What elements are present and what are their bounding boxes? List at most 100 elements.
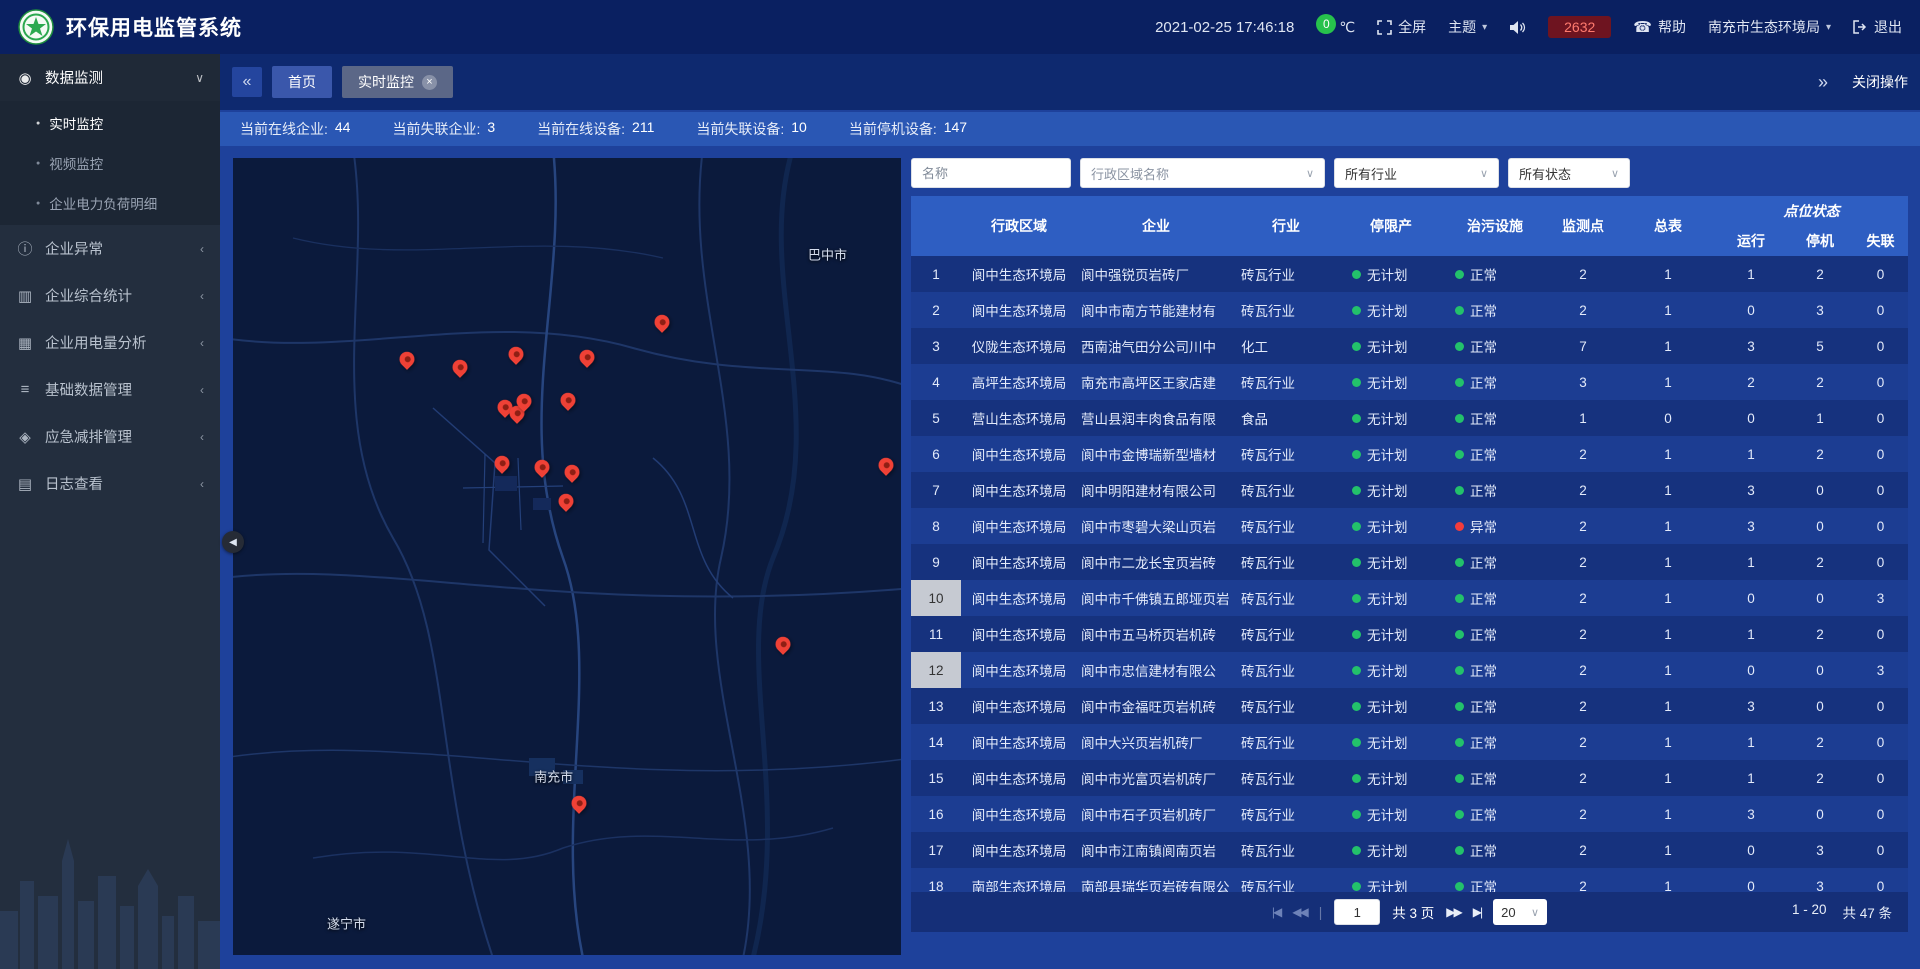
map-pin[interactable] — [576, 346, 597, 367]
cell-company: 西南油气田分公司川中 — [1077, 328, 1235, 364]
table-row[interactable]: 14 阆中生态环境局 阆中大兴页岩机砖厂 砖瓦行业 无计划 — [911, 724, 1908, 760]
map-pin[interactable] — [568, 793, 589, 814]
table-row[interactable]: 3 仪陇生态环境局 西南油气田分公司川中 化工 无计划 — [911, 328, 1908, 364]
tab-realtime-monitor[interactable]: 实时监控 × — [342, 66, 453, 98]
industry-select[interactable]: 所有行业 ∨ — [1334, 158, 1499, 188]
table-row[interactable]: 5 营山生态环境局 营山县润丰肉食品有限 食品 无计划 — [911, 400, 1908, 436]
theme-menu[interactable]: 主题 ▾ — [1448, 17, 1487, 37]
alarm-speaker-button[interactable] — [1509, 20, 1526, 35]
cell-limit-status: 无计划 — [1337, 472, 1445, 508]
table-row[interactable]: 13 阆中生态环境局 阆中市金福旺页岩机砖 砖瓦行业 无计划 — [911, 688, 1908, 724]
table-row[interactable]: 6 阆中生态环境局 阆中市金博瑞新型墙材 砖瓦行业 无计划 — [911, 436, 1908, 472]
status-dot — [1352, 378, 1361, 387]
cell-region: 阆中生态环境局 — [961, 760, 1077, 796]
map-pin[interactable] — [396, 349, 417, 370]
sidebar-group-company-abnormal[interactable]: ⓘ 企业异常 ‹ — [0, 225, 220, 272]
cell-meters: 1 — [1621, 508, 1715, 544]
cell-run: 0 — [1715, 868, 1787, 892]
sidebar-item-realtime-monitor[interactable]: ● 实时监控 — [0, 103, 220, 143]
table-row[interactable]: 2 阆中生态环境局 阆中市南方节能建材有 砖瓦行业 无计划 — [911, 292, 1908, 328]
cell-industry: 砖瓦行业 — [1235, 256, 1337, 292]
cell-industry: 砖瓦行业 — [1235, 580, 1337, 616]
page-number-input[interactable] — [1334, 899, 1380, 925]
cell-company: 阆中市金博瑞新型墙材 — [1077, 436, 1235, 472]
table-row[interactable]: 10 阆中生态环境局 阆中市千佛镇五郎垭页岩 砖瓦行业 无计划 — [911, 580, 1908, 616]
table-row[interactable]: 4 高坪生态环境局 南充市高坪区王家店建 砖瓦行业 无计划 — [911, 364, 1908, 400]
status-dot — [1352, 342, 1361, 351]
sidebar-group-log-view[interactable]: ▤ 日志查看 ‹ — [0, 460, 220, 507]
status-select[interactable]: 所有状态 ∨ — [1508, 158, 1630, 188]
sidebar-group-data-monitoring[interactable]: ◉ 数据监测 ∨ — [0, 54, 220, 101]
next-page-button[interactable]: ▶▶ — [1446, 905, 1460, 919]
sidebar-group-emergency-reduction[interactable]: ◈ 应急减排管理 ‹ — [0, 413, 220, 460]
sidebar-group-base-data[interactable]: ≡ 基础数据管理 ‹ — [0, 366, 220, 413]
table-row[interactable]: 12 阆中生态环境局 阆中市忠信建材有限公 砖瓦行业 无计划 — [911, 652, 1908, 688]
cell-company: 阆中强锐页岩砖厂 — [1077, 256, 1235, 292]
status-dot — [1352, 810, 1361, 819]
tab-label: 首页 — [288, 72, 316, 92]
facility-status-label: 正常 — [1470, 876, 1497, 892]
cell-meters: 1 — [1621, 760, 1715, 796]
map-pin[interactable] — [450, 357, 471, 378]
cell-lost: 0 — [1853, 688, 1908, 724]
sidebar-item-power-load-detail[interactable]: ● 企业电力负荷明细 — [0, 183, 220, 223]
cell-meters: 1 — [1621, 472, 1715, 508]
cell-facility-status: 正常 — [1445, 868, 1545, 892]
cell-meters: 1 — [1621, 724, 1715, 760]
limit-status-label: 无计划 — [1367, 732, 1408, 752]
close-operations-menu[interactable]: 关闭操作 — [1852, 72, 1908, 92]
map-pin[interactable] — [557, 389, 578, 410]
tabs-scroll-right-button[interactable]: » — [1808, 67, 1838, 97]
map-pin[interactable] — [772, 633, 793, 654]
map-pin[interactable] — [651, 311, 672, 332]
sidebar-group-company-statistics[interactable]: ▥ 企业综合统计 ‹ — [0, 272, 220, 319]
table-row[interactable]: 16 阆中生态环境局 阆中市石子页岩机砖厂 砖瓦行业 无计划 — [911, 796, 1908, 832]
name-filter-input[interactable] — [911, 158, 1071, 188]
page-size-select[interactable]: 20 ∨ — [1493, 899, 1547, 925]
prev-page-button[interactable]: ◀◀ — [1292, 905, 1306, 919]
col-header-region: 行政区域 — [961, 196, 1077, 256]
map-pin[interactable] — [531, 456, 552, 477]
region-select[interactable]: 行政区域名称 ∨ — [1080, 158, 1325, 188]
first-page-button[interactable]: |◀ — [1272, 905, 1280, 919]
sidebar-item-video-monitor[interactable]: ● 视频监控 — [0, 143, 220, 183]
table-row[interactable]: 9 阆中生态环境局 阆中市二龙长宝页岩砖 砖瓦行业 无计划 — [911, 544, 1908, 580]
table-row[interactable]: 18 南部生态环境局 南部县瑞华页岩砖有限公 砖瓦行业 无计划 — [911, 868, 1908, 892]
collapse-map-button[interactable]: ◀ — [222, 531, 244, 553]
table-row[interactable]: 8 阆中生态环境局 阆中市枣碧大梁山页岩 砖瓦行业 无计划 — [911, 508, 1908, 544]
cell-facility-status: 正常 — [1445, 400, 1545, 436]
table-row[interactable]: 15 阆中生态环境局 阆中市光富页岩机砖厂 砖瓦行业 无计划 — [911, 760, 1908, 796]
map-pin[interactable] — [561, 462, 582, 483]
org-menu[interactable]: 南充市生态环境局 ▾ — [1708, 17, 1831, 37]
close-icon[interactable]: × — [422, 75, 437, 90]
cell-limit-status: 无计划 — [1337, 508, 1445, 544]
map-panel[interactable]: 巴中市 南充市 遂宁市 — [233, 158, 901, 955]
status-dot — [1352, 702, 1361, 711]
cell-lost: 0 — [1853, 544, 1908, 580]
map-pin[interactable] — [556, 491, 577, 512]
logout-button[interactable]: 退出 — [1853, 17, 1902, 37]
table-row[interactable]: 17 阆中生态环境局 阆中市江南镇阆南页岩 砖瓦行业 无计划 — [911, 832, 1908, 868]
map-pin[interactable] — [491, 452, 512, 473]
last-page-button[interactable]: ▶| — [1473, 905, 1481, 919]
facility-status-label: 异常 — [1470, 516, 1497, 536]
alarm-count-badge[interactable]: 2632 — [1548, 16, 1611, 38]
tabs-scroll-left-button[interactable]: « — [232, 67, 262, 97]
fullscreen-button[interactable]: 全屏 — [1377, 17, 1426, 37]
tab-home[interactable]: 首页 — [272, 66, 332, 98]
map-pin[interactable] — [875, 455, 896, 476]
cell-industry: 砖瓦行业 — [1235, 616, 1337, 652]
cell-industry: 化工 — [1235, 328, 1337, 364]
row-index: 9 — [911, 544, 961, 580]
help-button[interactable]: ☎ 帮助 — [1633, 17, 1686, 37]
cell-run: 1 — [1715, 616, 1787, 652]
map-pin[interactable] — [505, 343, 526, 364]
stat-value: 10 — [791, 119, 807, 139]
table-row[interactable]: 11 阆中生态环境局 阆中市五马桥页岩机砖 砖瓦行业 无计划 — [911, 616, 1908, 652]
sidebar-group-power-analysis[interactable]: ▦ 企业用电量分析 ‹ — [0, 319, 220, 366]
cell-stop: 2 — [1787, 364, 1853, 400]
facility-status-label: 正常 — [1470, 588, 1497, 608]
col-header-index — [911, 196, 961, 256]
table-row[interactable]: 1 阆中生态环境局 阆中强锐页岩砖厂 砖瓦行业 无计划 — [911, 256, 1908, 292]
table-row[interactable]: 7 阆中生态环境局 阆中明阳建材有限公司 砖瓦行业 无计划 — [911, 472, 1908, 508]
